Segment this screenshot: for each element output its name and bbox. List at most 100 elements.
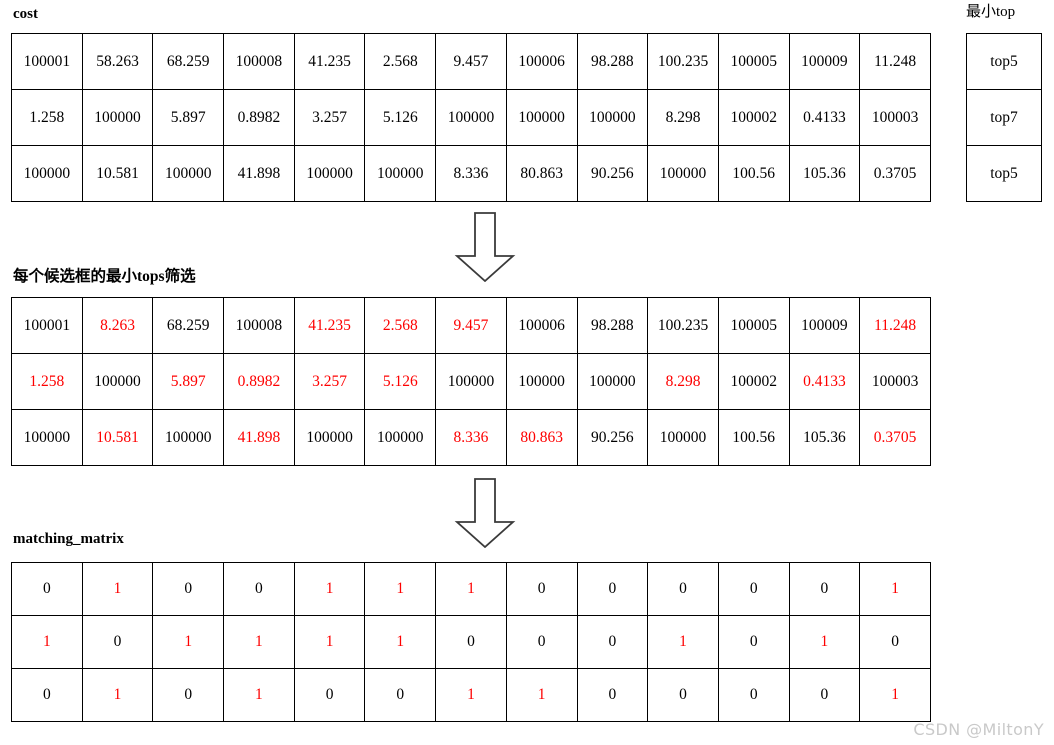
matrix-cell: top7	[966, 89, 1042, 146]
matrix-cell: 100000	[576, 353, 649, 410]
matrix-cell: 0.4133	[788, 353, 861, 410]
matrix-cell: 0	[859, 615, 931, 669]
matrix-cell: 9.457	[435, 297, 507, 354]
watermark: CSDN @MiltonY	[913, 720, 1044, 739]
matrix-cell: 100000	[11, 409, 83, 466]
matrix-row: 1.258 100000 5.897 0.8982 3.257 5.126 100000 10…	[11, 353, 931, 410]
matrix-cell: 105.36	[788, 409, 861, 466]
matrix-cell: 100000	[435, 353, 507, 410]
matrix-cell: 100003	[859, 353, 931, 410]
matrix-cell: 100006	[505, 33, 578, 90]
matrix-cell: 100000	[505, 353, 578, 410]
min-top-column: top5 top7 top5	[966, 33, 1042, 202]
matrix-cell: 9.457	[435, 33, 507, 90]
matrix-cell: 100000	[81, 89, 154, 146]
matrix-cell: top5	[966, 145, 1042, 202]
matrix-cell: 8.336	[435, 409, 507, 466]
matrix-cell: 98.288	[576, 33, 649, 90]
matrix-cell: 100003	[859, 89, 931, 146]
matrix-cell: 0	[81, 615, 154, 669]
matrix-cell: 3.257	[293, 89, 366, 146]
matrix-cell: 0	[152, 562, 225, 616]
matrix-cell: 0	[293, 668, 366, 722]
matrix-cell: 1.258	[11, 353, 83, 410]
matrix-cell: 0	[717, 615, 790, 669]
matrix-cell: 105.36	[788, 145, 861, 202]
matrix-cell: 80.863	[505, 145, 578, 202]
matrix-cell: 0.3705	[859, 145, 931, 202]
matrix-cell: 100008	[223, 33, 295, 90]
matrix-cell: 0	[364, 668, 437, 722]
matrix-cell: 1	[647, 615, 719, 669]
label-cost: cost	[13, 6, 38, 22]
matrix-cell: 100008	[223, 297, 295, 354]
matrix-cell: 100005	[717, 297, 790, 354]
matrix-cell: 1	[81, 668, 154, 722]
matrix-cell: 11.248	[859, 297, 931, 354]
matrix-cell: 100005	[717, 33, 790, 90]
matrix-cell: 100000	[364, 145, 437, 202]
matrix-row: top5	[966, 145, 1042, 202]
matrix-cell: 0	[647, 562, 719, 616]
matrix-cell: 8.298	[647, 89, 719, 146]
matrix-cell: 100.56	[717, 409, 790, 466]
matrix-cell: 3.257	[293, 353, 366, 410]
matrix-cell: 100001	[11, 33, 83, 90]
label-matching-matrix: matching_matrix	[13, 531, 124, 547]
matrix-cell: 98.288	[576, 297, 649, 354]
matrix-cell: 0	[788, 562, 861, 616]
matrix-cell: 0.8982	[223, 89, 295, 146]
matrix-cell: 1	[223, 668, 295, 722]
matrix-cell: 90.256	[576, 409, 649, 466]
matrix-row: 1011110001010	[11, 615, 931, 669]
arrow-down-block-icon	[454, 212, 516, 282]
matrix-cell: 100000	[293, 145, 366, 202]
matrix-cell: 100009	[788, 297, 861, 354]
matrix-row: 100001 58.263 68.259 100008 41.235 2.568 9.457…	[11, 33, 931, 90]
matrix-cell: 1	[788, 615, 861, 669]
matrix-cell: 0.4133	[788, 89, 861, 146]
matrix-cell: 100000	[647, 145, 719, 202]
matrix-cell: 5.126	[364, 89, 437, 146]
matrix-cell: 0	[788, 668, 861, 722]
matrix-cell: 41.898	[223, 145, 295, 202]
matrix-cell: 0	[223, 562, 295, 616]
matrix-cell: 41.235	[293, 33, 366, 90]
matrix-cell: 100.235	[647, 297, 719, 354]
matrix-cell: 1	[223, 615, 295, 669]
matrix-cell: 1	[81, 562, 154, 616]
matrix-cell: 0.3705	[859, 409, 931, 466]
matrix-cell: 10.581	[81, 145, 154, 202]
matrix-cell: 100000	[11, 145, 83, 202]
min-tops-filter-matrix: 100001 8.263 68.259 100008 41.235 2.568 9.457 1…	[11, 297, 931, 466]
matrix-cell: 68.259	[152, 33, 225, 90]
matrix-cell: 1	[364, 615, 437, 669]
matrix-cell: 100009	[788, 33, 861, 90]
matrix-row: 100001 8.263 68.259 100008 41.235 2.568 9.457 1…	[11, 297, 931, 354]
matrix-cell: 41.898	[223, 409, 295, 466]
matrix-cell: 100002	[717, 89, 790, 146]
matrix-cell: 90.256	[576, 145, 649, 202]
matrix-cell: 0	[505, 562, 578, 616]
matrix-cell: 0.8982	[223, 353, 295, 410]
matrix-cell: 100000	[152, 145, 225, 202]
matrix-cell: 1	[364, 562, 437, 616]
label-min-tops-filter: 每个候选框的最小tops筛选	[13, 268, 196, 285]
matrix-cell: 100002	[717, 353, 790, 410]
matrix-row: 100000 10.581 100000 41.898 100000 100000 8.33…	[11, 145, 931, 202]
matrix-cell: 1	[435, 668, 507, 722]
matrix-row: 0101001100001	[11, 668, 931, 722]
matrix-cell: 1	[859, 668, 931, 722]
cost-matrix: 100001 58.263 68.259 100008 41.235 2.568 9.457…	[11, 33, 931, 202]
matrix-cell: 100000	[364, 409, 437, 466]
matrix-cell: 0	[717, 562, 790, 616]
matrix-cell: 0	[11, 562, 83, 616]
matrix-cell: 100.235	[647, 33, 719, 90]
matrix-cell: 8.298	[647, 353, 719, 410]
matrix-cell: 8.263	[81, 297, 154, 354]
matrix-cell: 1	[293, 562, 366, 616]
matrix-cell: 80.863	[505, 409, 578, 466]
matrix-cell: 58.263	[81, 33, 154, 90]
matrix-cell: 8.336	[435, 145, 507, 202]
matrix-cell: 2.568	[364, 297, 437, 354]
